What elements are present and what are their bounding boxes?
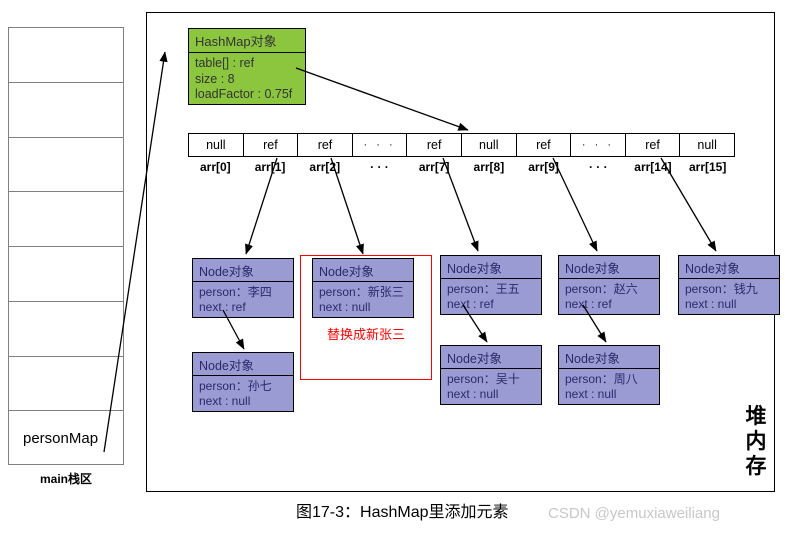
array-cell-5: null [462,134,517,156]
stack-cell-0 [9,28,123,83]
main-stack-frame: personMap [8,27,124,465]
array-index-label-6: arr[9] [528,160,559,174]
array-index-label-3: · · · [370,160,389,174]
main-stack-label: main栈区 [39,472,92,486]
array-cell-8: ref [626,134,681,156]
array-cell-6: ref [517,134,572,156]
node-zhaoliu-person: person：赵六 [565,282,638,296]
node-qianjiu-title: Node对象 [679,256,779,279]
array-cell-3: · · · [353,134,408,156]
hashmap-object-fields: table[] : ref size : 8 loadFactor : 0.75… [189,53,305,103]
heap-label-c1: 堆 [745,405,767,428]
node-wushi-title: Node对象 [441,346,541,369]
array-index-label-5: arr[8] [473,160,505,174]
replace-annotation-box [300,255,432,380]
array-cell-0: null [189,134,244,156]
node-wushi-body: person：吴十 next : null [441,369,541,402]
figure-caption: 图17-3：HashMap里添加元素 [296,504,509,521]
stack-cell-7: personMap [9,411,123,466]
node-wangwu: Node对象 person：王五 next : ref [440,255,542,315]
array-index-label-8: arr[14] [634,160,672,174]
array-cell-9: null [697,138,717,152]
array-cell-7: · · · [571,134,626,156]
node-qianjiu-body: person：钱九 next : null [679,279,779,312]
hashmap-field-loadfactor: loadFactor : 0.75f [195,87,293,101]
node-sunqi-person: person：孙七 [199,379,272,393]
stack-cell-3 [9,192,123,247]
node-lisi-body: person：李四 next : ref [193,282,293,315]
node-zhouba-next: next : null [565,387,617,401]
array-index-label-0: arr[0] [200,160,231,174]
node-sunqi-body: person：孙七 next : null [193,376,293,409]
replace-annotation-text: 替换成新张三 [326,327,405,342]
node-zhouba-person: person：周八 [565,372,638,386]
array-index-label-1: arr[1] [254,160,286,174]
stack-cell-2 [9,138,123,193]
array-index-label-4: arr[7] [418,160,450,174]
node-wangwu-title: Node对象 [441,256,541,279]
heap-label-c2: 内 [745,430,767,453]
hash-table-array-labels: arr[0] arr[1] arr[2] · · · arr[7] arr[8] arr[9… [188,160,735,176]
node-zhaoliu-next: next : ref [565,297,612,311]
array-cell-1: ref [244,134,299,156]
array-index-label-9: arr[15] [689,160,727,174]
node-qianjiu-next: next : null [685,297,737,311]
node-wangwu-person: person：王五 [447,282,520,296]
watermark: CSDN @yemuxiaweiliang [548,505,720,522]
hashmap-object-box: HashMap对象 table[] : ref size : 8 loadFac… [188,28,306,105]
node-sunqi-next: next : null [199,394,251,408]
hashmap-field-table: table[] : ref [195,56,255,70]
node-wangwu-next: next : ref [447,297,494,311]
node-sunqi: Node对象 person：孙七 next : null [192,352,294,412]
hashmap-field-size: size : 8 [195,71,235,86]
heap-label-c3: 存 [745,455,767,478]
array-index-label-7: · · · [588,160,608,174]
node-lisi: Node对象 person：李四 next : ref [192,258,294,318]
node-wushi-next: next : null [447,387,499,401]
array-cell-4: ref [407,134,462,156]
node-qianjiu: Node对象 person：钱九 next : null [678,255,780,315]
node-zhouba: Node对象 person：周八 next : null [558,345,660,405]
stack-cell-4 [9,247,123,302]
node-lisi-next: next : ref [199,300,246,314]
node-sunqi-title: Node对象 [193,353,293,376]
node-zhaoliu: Node对象 person：赵六 next : ref [558,255,660,315]
node-wushi: Node对象 person：吴十 next : null [440,345,542,405]
stack-cell-6 [9,357,123,412]
array-cell-2: ref [298,134,353,156]
stack-cell-label-7: personMap [23,430,99,448]
hashmap-object-title: HashMap对象 [189,29,305,53]
node-zhaoliu-title: Node对象 [559,256,659,279]
hash-table-array: null ref ref · · · ref null ref · · · ref null [188,133,735,157]
node-qianjiu-person: person：钱九 [685,282,758,296]
heap-label: 堆 内 存 [742,404,770,479]
node-zhouba-title: Node对象 [559,346,659,369]
array-index-label-2: arr[2] [309,160,341,174]
stack-cell-1 [9,83,123,138]
node-wangwu-body: person：王五 next : ref [441,279,541,312]
node-lisi-title: Node对象 [193,259,293,282]
node-zhouba-body: person：周八 next : null [559,369,659,402]
node-lisi-person: person：李四 [199,285,272,299]
node-wushi-person: person：吴十 [447,372,520,386]
node-zhaoliu-body: person：赵六 next : ref [559,279,659,312]
stack-cell-5 [9,302,123,357]
